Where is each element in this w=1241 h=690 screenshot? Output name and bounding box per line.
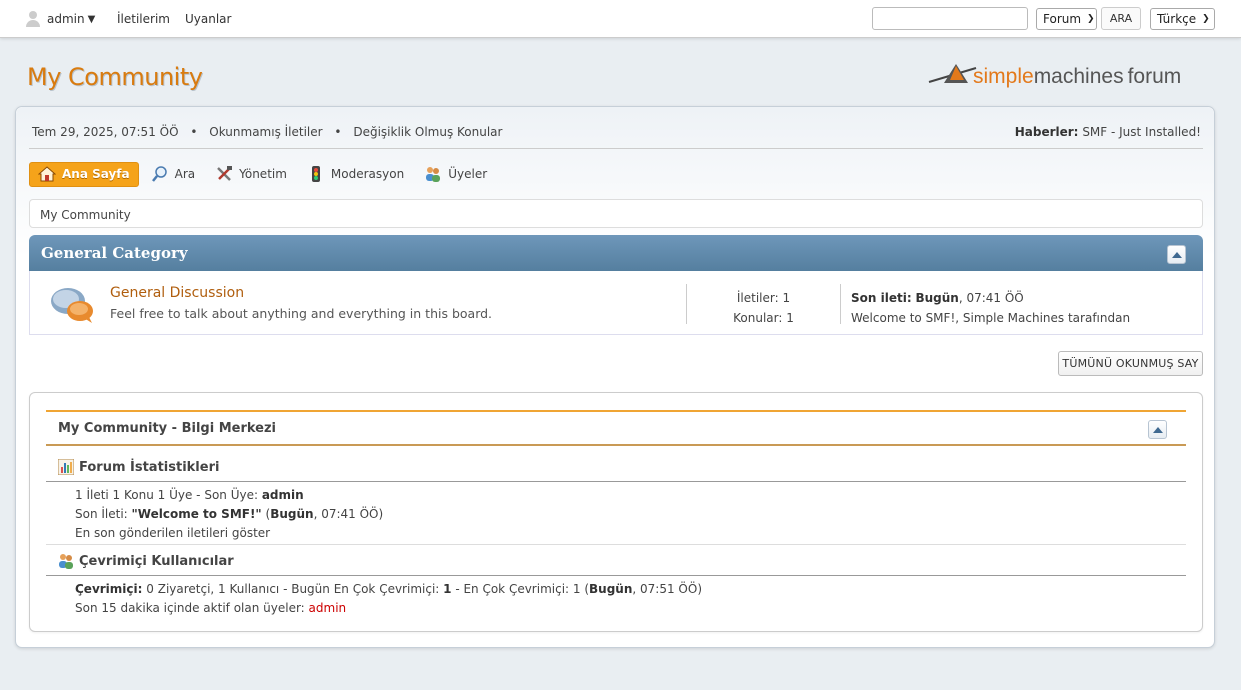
logo-machines: machines [1033,65,1124,88]
main-wrapper: Tem 29, 2025, 07:51 ÖÖ • Okunmamış İleti… [15,106,1215,648]
divider [46,575,1186,576]
board-row: General Discussion Feel free to talk abo… [29,271,1203,335]
collapse-category-button[interactable] [1167,245,1186,264]
logo-forum: forum [1127,65,1182,88]
latest-post-link[interactable]: "Welcome to SMF!" [132,507,262,521]
smf-logo[interactable]: simplemachines forum [928,60,1208,94]
members-icon [424,165,442,183]
recent-posts-link[interactable]: En son gönderilen iletileri göster [75,526,270,540]
bullet-separator: • [334,125,342,139]
divider [46,481,1186,482]
category-title[interactable]: General Category [41,244,188,262]
updated-topics-link[interactable]: Değişiklik Olmuş Konular [353,125,502,139]
category-header: General Category [29,235,1203,271]
menu-home[interactable]: Ana Sayfa [29,161,139,187]
chevron-down-icon: ❯ [1202,14,1210,24]
breadcrumb-home[interactable]: My Community [40,208,131,222]
board-description: Feel free to talk about anything and eve… [110,306,493,321]
breadcrumb: My Community [29,199,1203,228]
menu-members[interactable]: Üyeler [416,162,495,187]
latest-member-link[interactable]: admin [262,488,304,502]
board-name[interactable]: General Discussion [110,285,244,301]
last-post-label: Son ileti: [851,291,912,305]
stats-line-counts: 1 İleti 1 Konu 1 Üye - Son Üye: admin [75,488,304,502]
user-name: admin [47,12,85,26]
divider [46,544,1186,545]
board-topics-count: Konular: 1 [733,311,794,325]
board-stats: İletiler: 1 Konular: 1 [687,288,840,328]
search-input[interactable] [872,7,1028,30]
language-select[interactable]: Türkçe ❯ [1150,8,1215,30]
board-posts-count: İletiler: 1 [736,291,791,305]
menu-moderation[interactable]: Moderasyon [299,162,412,187]
mark-all-read-button[interactable]: TÜMÜNÜ OKUNMUŞ SAY [1058,351,1203,376]
search-icon [151,165,169,183]
collapse-info-center-button[interactable] [1148,420,1167,439]
online-section-title: Çevrimiçi Kullanıcılar [58,553,234,569]
news-label: Haberler: [1014,125,1079,139]
main-menu: Ana Sayfa Ara Yönetim Moderasyon Üyeler [29,161,499,187]
divider [29,148,1203,149]
search-scope-select[interactable]: Forum ❯ [1036,8,1097,30]
traffic-light-icon [307,165,325,183]
collapse-up-icon [1171,251,1182,258]
menu-admin[interactable]: Yönetim [207,162,295,187]
top-bar: admin ▼ İletilerim Uyanlar Forum ❯ ARA Tü… [0,0,1241,38]
divider [840,284,841,324]
caret-down-icon: ▼ [87,13,96,25]
user-menu[interactable]: admin ▼ [24,10,95,28]
unread-posts-link[interactable]: Okunmamış İletiler [209,125,322,139]
collapse-up-icon [1152,426,1163,433]
board-last-post: Son ileti: Bugün, 07:41 ÖÖ Welcome to SM… [851,288,1130,328]
news-text: SMF - Just Installed! [1082,125,1201,139]
online-user-link[interactable]: admin [309,601,347,615]
last-post-subject-link[interactable]: Welcome to SMF!, Simple Machines tarafın… [851,311,1130,325]
forum-title[interactable]: My Community [27,63,203,91]
smf-logo-icon [928,64,977,83]
my-messages-link[interactable]: İletilerim [117,12,170,26]
info-center-title: My Community - Bilgi Merkezi [58,421,277,436]
online-line-counts: Çevrimiçi: 0 Ziyaretçi, 1 Kullanıcı - Bu… [75,582,703,596]
last-post-time: , 07:41 ÖÖ [958,291,1024,305]
info-center-header: My Community - Bilgi Merkezi [46,410,1186,446]
alerts-link[interactable]: Uyanlar [185,12,231,26]
users-icon [58,553,74,569]
last-post-when: Bugün [915,291,959,305]
home-icon [37,165,57,183]
bar-chart-icon [57,458,75,476]
search-button[interactable]: ARA [1101,7,1141,30]
news-bar: Haberler: SMF - Just Installed! [1015,125,1201,139]
stats-line-last-post: Son İleti: "Welcome to SMF!" (Bugün, 07:… [75,507,384,521]
menu-search[interactable]: Ara [143,162,204,187]
current-datetime: Tem 29, 2025, 07:51 ÖÖ [32,125,179,139]
info-center: My Community - Bilgi Merkezi Forum İstat… [29,392,1203,632]
bullet-separator: • [190,125,198,139]
chevron-down-icon: ❯ [1087,14,1095,24]
tools-icon [215,165,233,183]
stats-section-title: Forum İstatistikleri [57,458,219,476]
logo-simple: simple [973,65,1034,88]
info-row: Tem 29, 2025, 07:51 ÖÖ • Okunmamış İleti… [32,125,502,139]
online-line-active: Son 15 dakika içinde aktif olan üyeler: … [75,601,347,615]
chat-bubbles-icon [48,285,96,325]
avatar-icon [24,10,42,28]
